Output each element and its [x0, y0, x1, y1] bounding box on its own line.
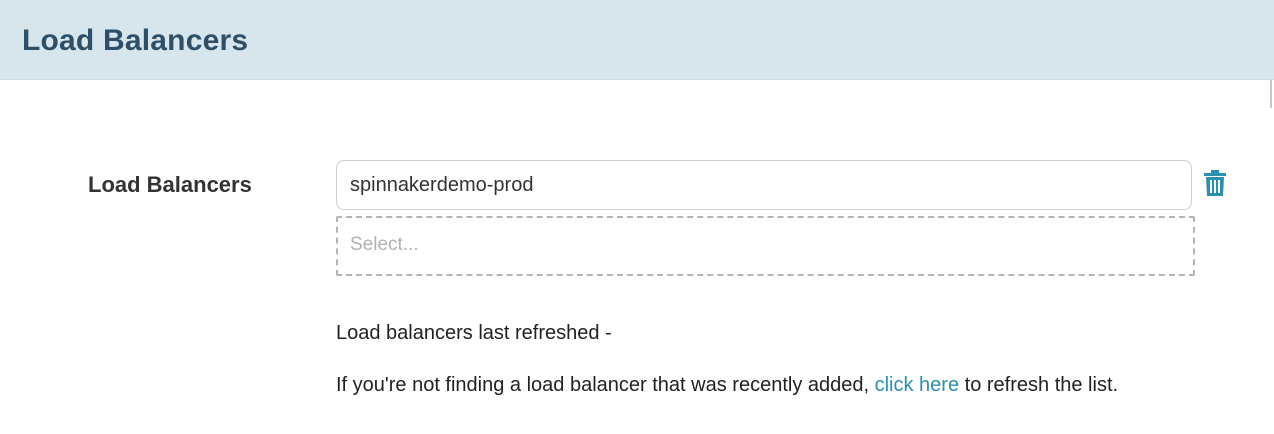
section-header: Load Balancers [0, 0, 1274, 80]
load-balancers-label: Load Balancers [88, 172, 252, 197]
selected-load-balancer-value: spinnakerdemo-prod [350, 174, 534, 196]
select-placeholder: Select... [350, 234, 419, 255]
trash-icon[interactable] [1204, 170, 1226, 196]
refresh-hint-prefix: If you're not finding a load balancer th… [336, 374, 870, 396]
scrollbar[interactable] [1270, 80, 1272, 108]
refresh-hint: If you're not finding a load balancer th… [336, 374, 1118, 397]
last-refreshed-text: Load balancers last refreshed - [336, 322, 612, 344]
selected-load-balancer-field[interactable]: spinnakerdemo-prod [336, 160, 1192, 210]
load-balancer-select[interactable]: Select... [336, 216, 1195, 276]
refresh-hint-suffix: to refresh the list. [964, 374, 1119, 396]
section-title: Load Balancers [22, 24, 249, 57]
page: Load Balancers Load Balancers spinnakerd… [0, 0, 1274, 434]
refresh-link[interactable]: click here [875, 374, 959, 396]
